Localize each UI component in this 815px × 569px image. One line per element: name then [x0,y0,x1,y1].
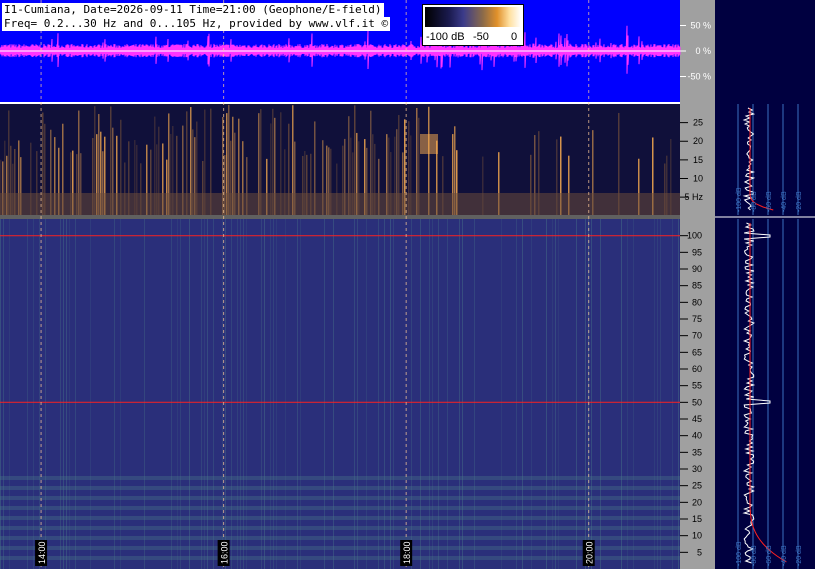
spectrogram-high-ytick-label: 35 [692,447,702,457]
profile-xtick-label: -80 dB [751,191,758,212]
profile-background [715,0,815,569]
spectrogram-high-ytick-label: 50 [692,397,702,407]
spectrogram-low-ytick-label: 15 [693,155,703,165]
time-tick-group: 14:00 [35,540,48,566]
profile-xtick-label: -60 dB [766,191,773,212]
profile-xtick-label: -100 dB [736,187,743,212]
spectrogram-low-ytick-label: 10 [693,173,703,183]
waveform-ytick-label: -50 % [687,72,711,82]
panel-separator [0,215,680,219]
spectrogram-high-band [0,546,680,550]
time-tick-group: 16:00 [217,540,230,566]
spectrogram-high-ytick-label: 10 [692,531,702,541]
profile-xtick-label: -40 dB [781,191,788,212]
color-scale-label-min: -100 dB [426,31,465,43]
spectrogram-low-blob [420,134,438,154]
profile-xtick-label: -100 dB [736,541,743,566]
spectrogram-high-ytick-label: 70 [692,331,702,341]
time-tick-group: 18:00 [400,540,413,566]
spectrogram-high-ytick-label: 60 [692,364,702,374]
spectrogram-high-ytick-label: 90 [692,264,702,274]
spectrogram-high-ytick-label: 75 [692,314,702,324]
color-scale-label-max: 0 [511,31,518,43]
spectrogram-high-ytick-label: 100 [687,231,702,241]
profile-xtick-label: -80 dB [751,545,758,566]
color-scale-label-mid: -50 [473,31,489,43]
spectrogram-high-ytick-label: 20 [692,497,702,507]
header-line-2: Freq= 0.2...30 Hz and 0...105 Hz, provid… [2,17,391,31]
spectrogram-high-ytick-label: 40 [692,431,702,441]
spectrogram-high-band [0,506,680,510]
time-tick-label: 18:00 [402,541,412,564]
spectrogram-high-band [0,526,680,530]
profile-xtick-label: -20 dB [796,191,803,212]
spectrogram-high-band [0,496,680,500]
time-tick-label: 16:00 [220,541,230,564]
spectrogram-display: 50 %0 %-50 %252015105 Hz1009590858075706… [0,0,815,569]
time-tick-label: 20:00 [585,541,595,564]
profile-xtick-label: -40 dB [781,545,788,566]
spectrogram-high-ytick-label: 45 [692,414,702,424]
spectrogram-low-ytick-label: 5 Hz [684,192,703,202]
spectrogram-high-band [0,516,680,520]
spectrogram-high-ytick-label: 15 [692,514,702,524]
header-line-1: I1-Cumiana, Date=2026-09-11 Time=21:00 (… [2,3,384,17]
spectrogram-high-band [0,486,680,490]
spectrogram-low-ytick-label: 20 [693,136,703,146]
color-scale-legend: -100 dB -50 0 [422,4,524,46]
waveform-ytick-label: 0 % [695,46,711,56]
spectrogram-high-ytick-label: 25 [692,481,702,491]
spectrogram-high-band [0,536,680,540]
spectrogram-high-band [0,476,680,480]
spectrogram-high-ytick-label: 95 [692,247,702,257]
color-scale-gradient [425,7,521,27]
profile-xtick-label: -20 dB [796,545,803,566]
spectrogram-low-ytick-label: 25 [693,118,703,128]
spectrogram-low-floor [0,193,680,215]
spectrogram-high-ytick-label: 55 [692,381,702,391]
spectrogram-high-ytick-label: 5 [697,547,702,557]
profile-xtick-label: -60 dB [766,545,773,566]
spectrogram-high-ytick-label: 80 [692,297,702,307]
spectrogram-high-ytick-label: 85 [692,281,702,291]
spectrogram-high-band [0,556,680,560]
spectrogram-high-ytick-label: 30 [692,464,702,474]
time-tick-group: 20:00 [582,540,595,566]
waveform-ytick-label: 50 % [690,21,711,31]
time-tick-label: 14:00 [37,541,47,564]
spectrogram-high-ytick-label: 65 [692,347,702,357]
